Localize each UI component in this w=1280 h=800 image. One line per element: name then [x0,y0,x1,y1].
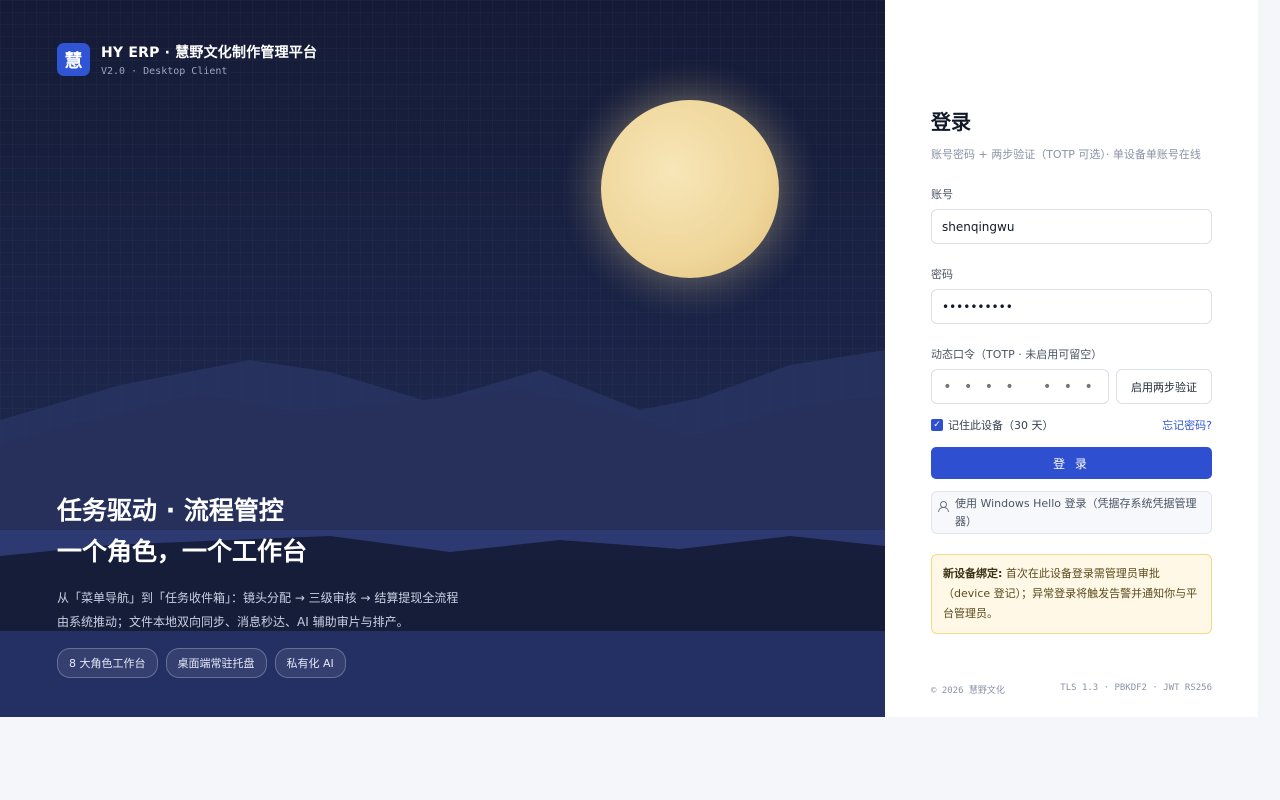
otp-row: 启用两步验证 [931,369,1212,404]
login-title: 登录 [931,110,971,134]
hero-copy: 任务驱动 · 流程管控 一个角色，一个工作台 从「菜单导航」到「任务收件箱」：镜… [57,490,527,678]
login-button[interactable]: 登 录 [931,447,1212,479]
user-icon [938,501,949,512]
security-info: TLS 1.3 · PBKDF2 · JWT RS256 [1060,683,1212,693]
feature-tag: 8 大角色工作台 [57,648,158,678]
login-footer: © 2026 慧野文化 TLS 1.3 · PBKDF2 · JWT RS256 [931,683,1212,696]
hero-headline-1: 任务驱动 · 流程管控 [57,496,284,525]
remember-row: ✓ 记住此设备（30 天） 忘记密码? [931,417,1212,433]
login-window: 慧 HY ERP · 慧野文化制作管理平台 V2.0 · Desktop Cli… [0,0,1258,717]
hero-headline-2: 一个角色，一个工作台 [57,537,308,566]
feature-tag: 桌面端常驻托盘 [165,648,267,678]
otp-label: 动态口令（TOTP · 未启用可留空） [931,348,1103,361]
app-logo: 慧 [57,43,90,76]
hero-desc-line-2: 由系统推动；文件本地双向同步、消息秒达、AI 辅助审片与排产。 [57,615,409,629]
app-version: V2.0 · Desktop Client [101,66,228,77]
hero-description: 从「菜单导航」到「任务收件箱」：镜头分配 → 三级审核 → 结算提现全流程 由系… [57,586,527,634]
copyright-text: © 2026 慧野文化 [931,686,1005,696]
login-subtitle: 账号密码 + 两步验证（TOTP 可选）· 单设备单账号在线 [931,148,1201,161]
login-form: 登录 账号密码 + 两步验证（TOTP 可选）· 单设备单账号在线 账号 密码 … [931,106,1212,634]
account-input[interactable] [931,209,1212,244]
hero-desc-line-1: 从「菜单导航」到「任务收件箱」：镜头分配 → 三级审核 → 结算提现全流程 [57,591,459,605]
new-device-notice: 新设备绑定: 首次在此设备登录需管理员审批（device 登记）；异常登录将触发… [931,554,1212,634]
brand-header: 慧 HY ERP · 慧野文化制作管理平台 V2.0 · Desktop Cli… [57,42,317,77]
windows-hello-label: 使用 Windows Hello 登录（凭据存系统凭据管理器） [955,497,1197,528]
forgot-password-link[interactable]: 忘记密码? [1162,417,1212,433]
feature-tag: 私有化 AI [274,648,346,678]
notice-title: 新设备绑定: [943,567,1003,580]
remember-device-checkbox[interactable]: ✓ 记住此设备（30 天） [931,417,1054,433]
password-label: 密码 [931,268,953,281]
app-title: HY ERP · 慧野文化制作管理平台 [101,45,318,61]
login-panel: 登录 账号密码 + 两步验证（TOTP 可选）· 单设备单账号在线 账号 密码 … [885,0,1258,717]
feature-tags: 8 大角色工作台 桌面端常驻托盘 私有化 AI [57,648,527,678]
checkbox-checked-icon[interactable]: ✓ [931,419,943,431]
windows-hello-button[interactable]: 使用 Windows Hello 登录（凭据存系统凭据管理器） [931,491,1212,534]
otp-input[interactable] [931,369,1109,404]
account-label: 账号 [931,188,953,201]
remember-device-label: 记住此设备（30 天） [948,419,1054,432]
enable-2fa-button[interactable]: 启用两步验证 [1116,369,1212,404]
password-input[interactable] [931,289,1212,324]
hero-panel: 慧 HY ERP · 慧野文化制作管理平台 V2.0 · Desktop Cli… [0,0,885,717]
